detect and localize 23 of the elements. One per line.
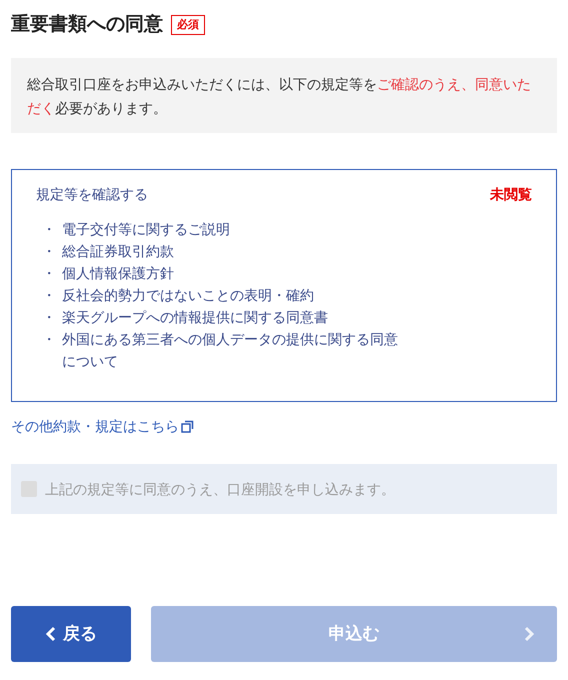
document-link[interactable]: 反社会的勢力ではないことの表明・確約 [62, 284, 402, 306]
other-terms-link[interactable]: その他約款・規定はこちら [11, 416, 179, 437]
bullet: ・ [41, 286, 57, 305]
chevron-right-icon [523, 626, 535, 642]
notice-text: 総合取引口座をお申込みいただくには、以下の規定等を ご確認のうえ、同意いただく 必要があります。 [27, 75, 532, 118]
bullet: ・ [41, 220, 57, 239]
document-link[interactable]: 総合証券取引約款 [62, 240, 402, 262]
back-button[interactable]: 戻る [11, 606, 131, 662]
required-badge: 必須 [171, 15, 205, 35]
bullet: ・ [41, 308, 57, 327]
status-label: 未閲覧 [490, 185, 532, 204]
document-link[interactable]: 個人情報保護方針 [62, 262, 402, 284]
section-title: 重要書類への同意 [11, 12, 163, 37]
document-link[interactable]: 外国にある第三者への個人データの提供に関する同意について [62, 328, 402, 372]
new-window-icon [181, 420, 194, 433]
document-link[interactable]: 楽天グループへの情報提供に関する同意書 [62, 306, 402, 328]
document-link[interactable]: 電子交付等に関するご説明 [62, 218, 402, 240]
bullet: ・ [41, 330, 57, 349]
bullet: ・ [41, 242, 57, 261]
checkbox-label: 上記の規定等に同意のうえ、口座開設を申し込みます。 [45, 480, 395, 498]
chevron-left-icon [45, 626, 57, 642]
panel-title: 規定等を確認する [36, 185, 148, 204]
bullet: ・ [41, 264, 57, 283]
